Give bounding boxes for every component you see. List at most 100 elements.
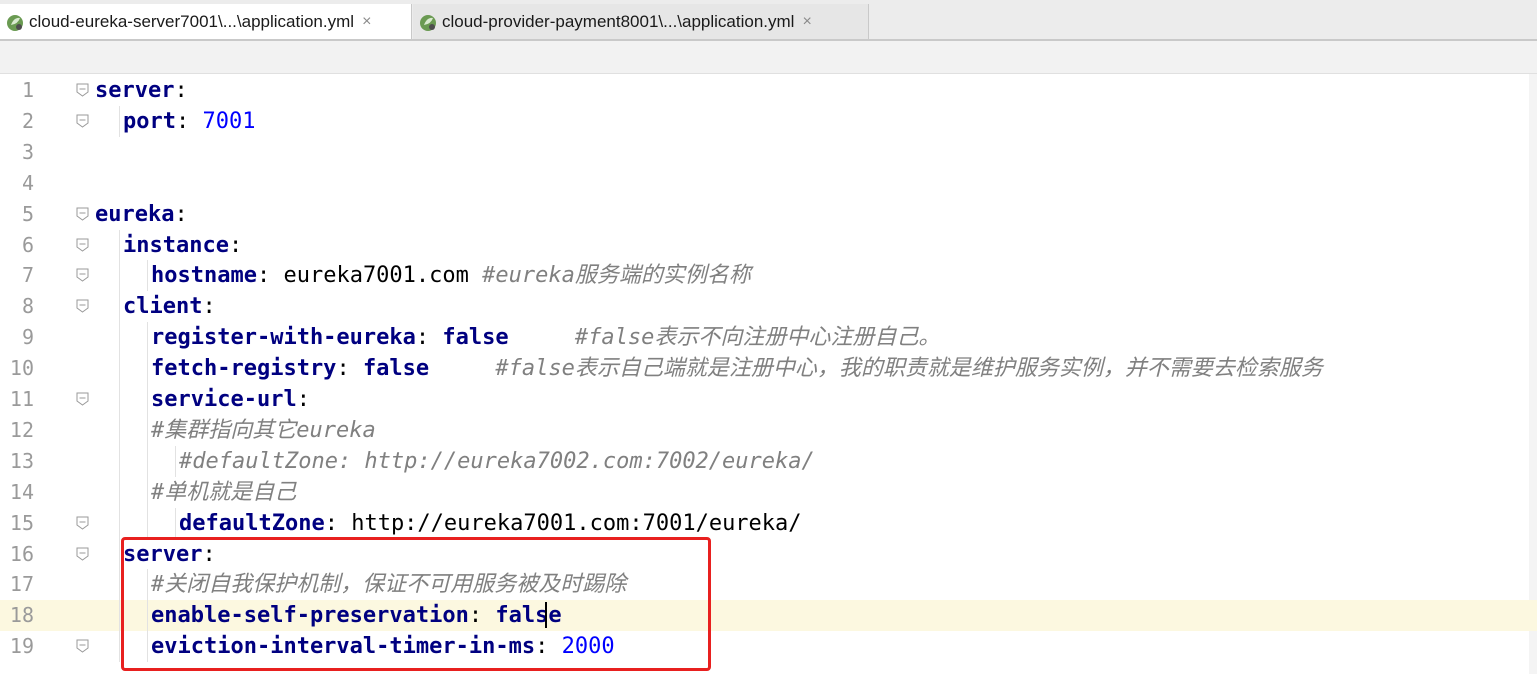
fold-marker-icon[interactable] <box>76 83 89 97</box>
indent-guide <box>147 322 148 354</box>
punctuation: : <box>175 108 203 134</box>
fold-marker-icon[interactable] <box>76 547 89 561</box>
fold-marker-icon[interactable] <box>76 299 89 313</box>
punctuation: : <box>415 325 443 351</box>
indent-guide <box>119 105 120 137</box>
tab-eureka-server-application-yml[interactable]: cloud-eureka-server7001\...\application.… <box>0 4 412 39</box>
close-tab-icon[interactable]: × <box>802 13 811 31</box>
fold-marker-icon[interactable] <box>76 238 89 252</box>
line-number: 11 <box>9 387 34 411</box>
code-text: port: 7001 <box>123 106 255 137</box>
comment: #单机就是自己 <box>151 479 297 505</box>
comment: #false表示不向注册中心注册自己。 <box>574 325 941 351</box>
code-text: #单机就是自己 <box>151 477 296 508</box>
indent-guide <box>119 229 120 261</box>
fold-marker-icon[interactable] <box>76 516 89 530</box>
code-line[interactable]: 4 <box>0 168 1537 199</box>
code-line[interactable]: 12 #集群指向其它eureka <box>0 414 1537 446</box>
string-value: http://eureka7001.com:7001/eureka/ <box>351 510 802 536</box>
string-value: eureka7001.com <box>283 263 483 289</box>
fold-marker-icon[interactable] <box>76 207 89 221</box>
annotation-highlight-box <box>121 537 711 671</box>
line-number: 5 <box>21 201 34 226</box>
punctuation: : <box>324 510 352 536</box>
code-line[interactable]: 10 fetch-registry: false #false表示自己端就是注册中… <box>0 353 1537 385</box>
line-number: 15 <box>9 510 34 535</box>
fold-marker-icon[interactable] <box>76 268 89 283</box>
code-line[interactable]: 14 #单机就是自己 <box>0 476 1537 508</box>
tab-label: cloud-eureka-server7001\...\application.… <box>29 11 355 31</box>
line-number: 18 <box>9 603 34 628</box>
code-text: hostname: eureka7001.com #eureka服务端的实例名称 <box>151 260 751 291</box>
indent-guide <box>119 507 120 539</box>
line-number: 3 <box>21 139 34 164</box>
code-text: service-url: <box>151 384 310 415</box>
fold-marker-icon[interactable] <box>76 114 89 128</box>
code-line[interactable]: 1 server: <box>0 75 1537 106</box>
punctuation: : <box>256 263 284 289</box>
indent-guide <box>119 414 120 446</box>
boolean-value: false <box>442 325 509 351</box>
punctuation: : <box>174 201 188 227</box>
line-number: 9 <box>21 325 34 350</box>
boolean-value: false <box>362 356 430 382</box>
code-line[interactable]: 5 eureka: <box>0 199 1537 230</box>
line-number: 6 <box>21 232 34 257</box>
breadcrumb-bar <box>0 41 1537 74</box>
indent-guide <box>147 353 148 385</box>
code-line[interactable]: 11 service-url: <box>0 384 1537 415</box>
line-number: 4 <box>21 170 34 195</box>
code-line[interactable]: 6 instance: <box>0 229 1537 261</box>
code-line[interactable]: 3 <box>0 137 1537 168</box>
indent-guide <box>175 507 176 539</box>
yaml-key: register-with-eureka <box>151 325 416 351</box>
punctuation <box>509 325 575 350</box>
code-text: register-with-eureka: false #false表示不向注册… <box>151 322 940 353</box>
yaml-key: server <box>95 78 175 103</box>
code-text: eureka: <box>95 199 188 230</box>
indent-guide <box>119 600 120 632</box>
indent-guide <box>119 476 120 508</box>
yaml-key: fetch-registry <box>151 356 337 382</box>
code-text: server: <box>95 75 188 106</box>
punctuation: : <box>296 387 310 412</box>
punctuation <box>429 356 495 381</box>
comment: #defaultZone: http://eureka7002.com:7002… <box>179 448 815 474</box>
code-text: #defaultZone: http://eureka7002.com:7002… <box>179 446 815 477</box>
line-number: 7 <box>21 263 34 288</box>
code-line[interactable]: 13 #defaultZone: http://eureka7002.com:70… <box>0 445 1537 477</box>
fold-marker-icon[interactable] <box>76 392 89 406</box>
line-number: 17 <box>9 572 34 597</box>
code-text: defaultZone: http://eureka7001.com:7001/… <box>179 508 802 539</box>
yaml-key: service-url <box>151 387 297 412</box>
punctuation: : <box>202 294 216 320</box>
indent-guide <box>175 445 176 477</box>
indent-guide <box>119 260 120 292</box>
editor-tab-bar: cloud-eureka-server7001\...\application.… <box>0 0 1537 41</box>
line-number: 2 <box>21 108 34 133</box>
indent-guide <box>147 507 148 539</box>
spring-leaf-icon <box>420 14 436 31</box>
fold-marker-icon[interactable] <box>76 639 89 653</box>
code-line[interactable]: 8 client: <box>0 291 1537 323</box>
indent-guide <box>119 353 120 385</box>
yaml-key: eureka <box>95 201 175 227</box>
yaml-key: hostname <box>151 263 257 289</box>
close-tab-icon[interactable]: × <box>362 13 371 31</box>
yaml-key: client <box>123 294 203 320</box>
comment: #false表示自己端就是注册中心，我的职责就是维护服务实例，并不需要去检索服务 <box>495 356 1323 382</box>
line-number: 8 <box>21 294 34 319</box>
code-text: client: <box>123 291 216 322</box>
yaml-key: instance <box>123 232 229 258</box>
line-number: 10 <box>9 356 34 381</box>
tab-provider-payment-application-yml[interactable]: cloud-provider-payment8001\...\applicati… <box>413 4 869 39</box>
code-line[interactable]: 9 register-with-eureka: false #false表示不向注… <box>0 322 1537 354</box>
indent-guide <box>147 414 148 446</box>
code-line[interactable]: 2 port: 7001 <box>0 105 1537 137</box>
punctuation: : <box>336 356 363 382</box>
code-line[interactable]: 15 defaultZone: http://eureka7001.com:700… <box>0 507 1537 539</box>
indent-guide <box>119 445 120 477</box>
indent-guide <box>119 291 120 323</box>
code-text: #集群指向其它eureka <box>151 415 376 446</box>
code-line[interactable]: 7 hostname: eureka7001.com #eureka服务端的实例名… <box>0 260 1537 292</box>
